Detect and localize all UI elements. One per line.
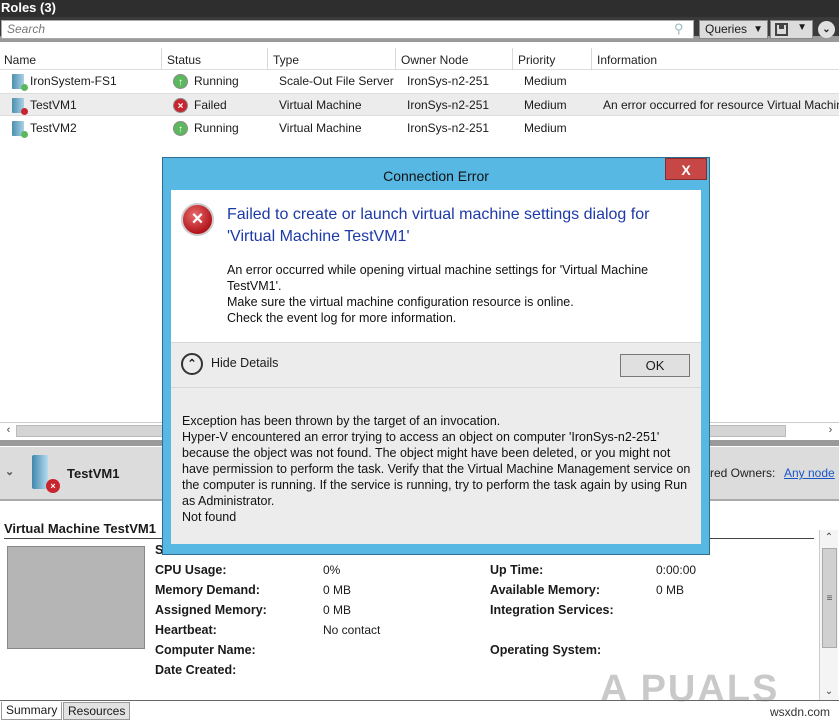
scroll-up-icon[interactable]: ⌃: [820, 530, 838, 546]
running-badge-icon: [21, 84, 28, 91]
role-name: IronSystem-FS1: [30, 74, 117, 88]
prop-value: 0 MB: [323, 583, 352, 597]
chevron-up-icon: ⌃: [181, 353, 203, 375]
scrollbar-thumb[interactable]: ≡: [822, 548, 837, 648]
vm-role-icon: [12, 121, 28, 138]
column-header-status[interactable]: Status: [163, 48, 268, 70]
role-status: Failed: [194, 98, 227, 112]
dialog-body: × Failed to create or launch virtual mac…: [171, 190, 701, 342]
role-owner-node: IronSys-n2-251: [407, 74, 490, 88]
dialog-heading: Failed to create or launch virtual machi…: [227, 206, 650, 245]
tab-summary[interactable]: Summary: [1, 702, 63, 720]
column-header-information[interactable]: Information: [593, 48, 839, 70]
scroll-left-icon[interactable]: ‹: [1, 423, 16, 438]
column-header-owner-node[interactable]: Owner Node: [397, 48, 513, 70]
column-header-type[interactable]: Type: [269, 48, 396, 70]
divider: [0, 700, 839, 701]
role-status: Running: [194, 121, 239, 135]
prop-value: 0:00:00: [656, 563, 697, 577]
close-button[interactable]: X: [665, 158, 707, 180]
details-line: Not found: [182, 510, 237, 524]
dialog-details: Exception has been thrown by the target …: [171, 388, 701, 544]
prop-value: 0 MB: [656, 583, 685, 597]
prop-label: Heartbeat:: [155, 623, 217, 637]
role-information: An error occurred for resource Virtual M…: [603, 98, 839, 112]
failed-badge-icon: [21, 108, 28, 115]
role-name: TestVM1: [30, 98, 77, 112]
watermark-logo: A PUALS: [600, 668, 780, 710]
prop-label: Available Memory:: [490, 583, 600, 597]
error-icon: ×: [181, 203, 214, 236]
preferred-owners-label: rred Owners:: [706, 466, 776, 480]
vm-thumbnail[interactable]: [7, 546, 145, 649]
role-owner-node: IronSys-n2-251: [407, 121, 490, 135]
message-line: Check the event log for more information…: [227, 311, 457, 325]
role-type: Virtual Machine: [279, 121, 362, 135]
search-input[interactable]: Search: [1, 20, 694, 39]
prop-label: Memory Demand:: [155, 583, 260, 597]
save-query-button[interactable]: ▼: [770, 20, 813, 39]
tab-resources[interactable]: Resources: [63, 702, 131, 720]
prop-label: Operating System:: [490, 643, 602, 657]
vm-icon: ×: [32, 455, 60, 493]
prop-label: Integration Services:: [490, 603, 614, 617]
scroll-right-icon[interactable]: ›: [823, 423, 838, 438]
details-text: Exception has been thrown by the target …: [182, 413, 697, 525]
running-badge-icon: [21, 131, 28, 138]
role-type: Virtual Machine: [279, 98, 362, 112]
running-icon: ↑: [173, 74, 188, 89]
running-icon: ↑: [173, 121, 188, 136]
collapse-chevron-icon[interactable]: ⌄: [5, 465, 14, 478]
grid-header: Name Status Type Owner Node Priority Inf…: [0, 48, 839, 70]
column-header-name[interactable]: Name: [0, 48, 162, 70]
prop-label: Computer Name:: [155, 643, 256, 657]
role-name: TestVM2: [30, 121, 77, 135]
role-type: Scale-Out File Server: [279, 74, 394, 88]
details-vm-name: TestVM1: [67, 466, 120, 481]
table-row[interactable]: TestVM1 × Failed Virtual Machine IronSys…: [0, 93, 839, 116]
search-toolbar: Search ⚲ Queries ▼ ▼ ⌄: [0, 17, 839, 42]
ok-button[interactable]: OK: [620, 354, 690, 377]
message-line: An error occurred while opening virtual …: [227, 263, 649, 293]
search-icon[interactable]: ⚲: [674, 21, 690, 37]
column-header-priority[interactable]: Priority: [514, 48, 592, 70]
prop-value: 0 MB: [323, 603, 352, 617]
server-role-icon: [12, 74, 28, 91]
scroll-down-icon[interactable]: ⌄: [820, 684, 838, 700]
role-priority: Medium: [524, 74, 567, 88]
table-row[interactable]: TestVM2 ↑ Running Virtual Machine IronSy…: [0, 117, 839, 140]
failed-badge-icon: ×: [46, 479, 60, 493]
role-priority: Medium: [524, 121, 567, 135]
save-icon: [775, 23, 788, 36]
message-line: Make sure the virtual machine configurat…: [227, 295, 574, 309]
prop-label: Assigned Memory:: [155, 603, 267, 617]
prop-label: Up Time:: [490, 563, 544, 577]
connection-error-dialog: Connection Error X × Failed to create or…: [162, 157, 710, 555]
dropdown-arrow-icon: ▼: [753, 24, 763, 35]
prop-label: Date Created:: [155, 663, 237, 677]
vm-role-icon: [12, 98, 28, 115]
details-line: Hyper-V encountered an error trying to a…: [182, 430, 691, 508]
dialog-footer: ⌃ Hide Details OK: [171, 342, 701, 388]
watermark-site: wsxdn.com: [770, 705, 831, 719]
expand-icon[interactable]: ⌄: [818, 21, 835, 38]
details-line: Exception has been thrown by the target …: [182, 414, 501, 428]
dialog-message: An error occurred while opening virtual …: [227, 262, 697, 326]
table-row[interactable]: IronSystem-FS1 ↑ Running Scale-Out File …: [0, 70, 839, 93]
preferred-owners-link[interactable]: Any node: [784, 466, 835, 480]
prop-label: CPU Usage:: [155, 563, 227, 577]
queries-button[interactable]: Queries ▼: [699, 20, 768, 39]
prop-value: No contact: [323, 623, 381, 637]
roles-title: Roles (3): [0, 0, 839, 17]
hide-details-label: Hide Details: [211, 356, 279, 370]
role-priority: Medium: [524, 98, 567, 112]
queries-label: Queries: [705, 22, 748, 36]
failed-icon: ×: [173, 98, 188, 113]
role-status: Running: [194, 74, 239, 88]
vertical-scrollbar[interactable]: ⌃ ≡ ⌄: [819, 530, 838, 700]
dropdown-arrow-icon: ▼: [797, 22, 807, 33]
prop-value: 0%: [323, 563, 341, 577]
dialog-title: Connection Error: [383, 168, 489, 184]
role-owner-node: IronSys-n2-251: [407, 98, 490, 112]
